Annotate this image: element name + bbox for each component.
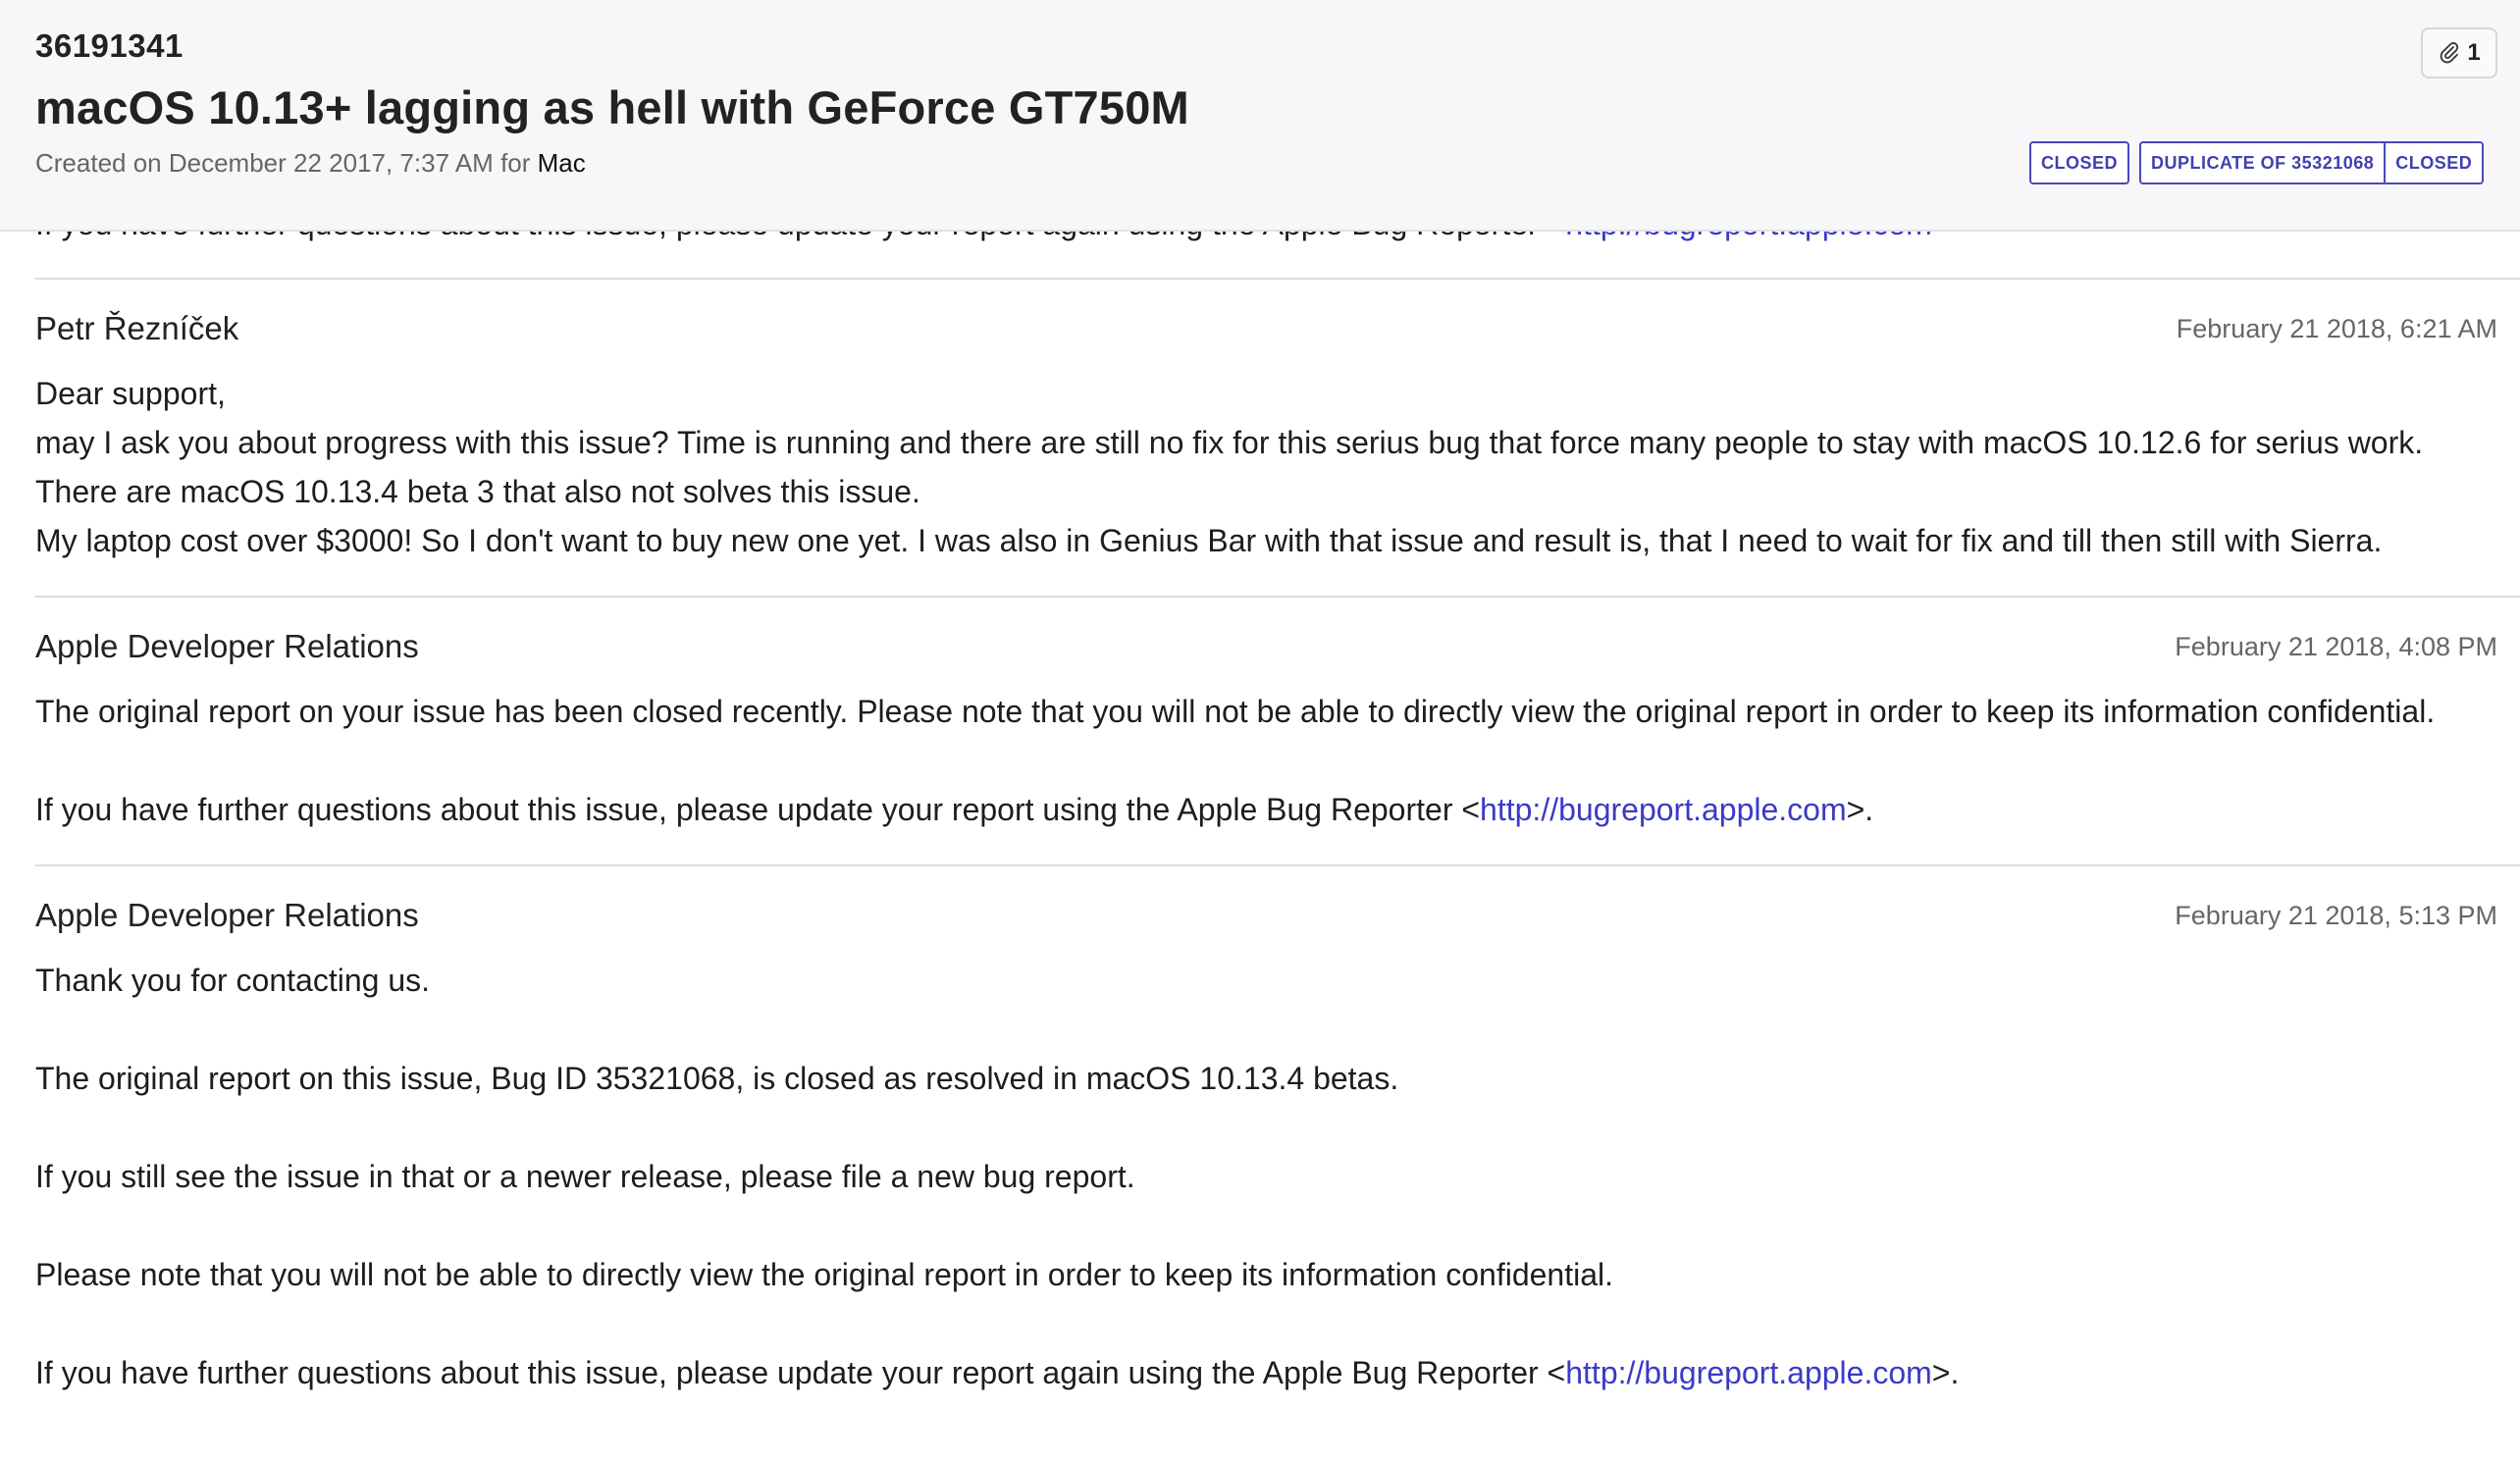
duplicate-badge[interactable]: DUPLICATE OF 35321068 CLOSED [2139, 141, 2485, 184]
duplicate-status: CLOSED [2384, 143, 2482, 183]
status-badge-label: CLOSED [2041, 152, 2119, 173]
comment-date: February 21 2018, 4:08 PM [2175, 632, 2497, 661]
comment-paragraph: The original report on this issue, Bug I… [35, 1061, 1399, 1096]
attachment-count: 1 [2467, 39, 2481, 66]
paperclip-icon [2441, 42, 2459, 64]
comment-body: The original report on your issue has be… [35, 687, 2498, 834]
comment-body: Thank you for contacting us. The origina… [35, 956, 2498, 1397]
status-badge: CLOSED [2029, 141, 2130, 184]
comment-divider [35, 278, 2520, 280]
product-name: Mac [537, 148, 586, 178]
comment-paragraph: Thank you for contacting us. [35, 963, 430, 998]
comment-date: February 21 2018, 5:13 PM [2175, 901, 2497, 930]
comment-line: may I ask you about progress with this i… [35, 425, 2424, 460]
comment-author: Petr Řezníček [35, 310, 239, 346]
comment-author: Apple Developer Relations [35, 628, 419, 664]
comment-paragraph: If you have further questions about this… [35, 785, 2498, 834]
comment-paragraph: The original report on your issue has be… [35, 694, 2436, 729]
bugreport-link[interactable]: http://bugreport.apple.com [1480, 792, 1847, 827]
comment-divider [35, 596, 2520, 598]
bugreport-link[interactable]: http://bugreport.apple.com [1565, 1355, 1932, 1390]
comment-text: >. [1846, 792, 1874, 827]
comment-author: Apple Developer Relations [35, 897, 419, 933]
comment-paragraph: If you still see the issue in that or a … [35, 1159, 1135, 1194]
comment-body: Dear support, may I ask you about progre… [35, 369, 2498, 565]
comment-divider [35, 864, 2520, 866]
created-text: Created on December 22 2017, 7:37 AM for [35, 148, 538, 178]
comment-line: Dear support, [35, 376, 226, 411]
bug-title: macOS 10.13+ lagging as hell with GeForc… [35, 81, 1189, 133]
comment-text: If you have further questions about this… [35, 1355, 1566, 1390]
bug-header: 36191341 macOS 10.13+ lagging as hell wi… [0, 0, 2520, 232]
comment-date: February 21 2018, 6:21 AM [2176, 314, 2497, 343]
attachments-button[interactable]: 1 [2421, 27, 2497, 78]
duplicate-label[interactable]: DUPLICATE OF 35321068 [2141, 143, 2384, 183]
comment-text: >. [1931, 1355, 1960, 1390]
bug-created-info: Created on December 22 2017, 7:37 AM for… [35, 148, 586, 179]
comment-paragraph: If you have further questions about this… [35, 1348, 2498, 1397]
comment-text: If you have further questions about this… [35, 792, 1481, 827]
comment-line: My laptop cost over $3000! So I don't wa… [35, 523, 2383, 558]
comment-line: There are macOS 10.13.4 beta 3 that also… [35, 474, 920, 509]
comment-paragraph: Please note that you will not be able to… [35, 1257, 1613, 1292]
bug-id: 36191341 [35, 27, 184, 64]
